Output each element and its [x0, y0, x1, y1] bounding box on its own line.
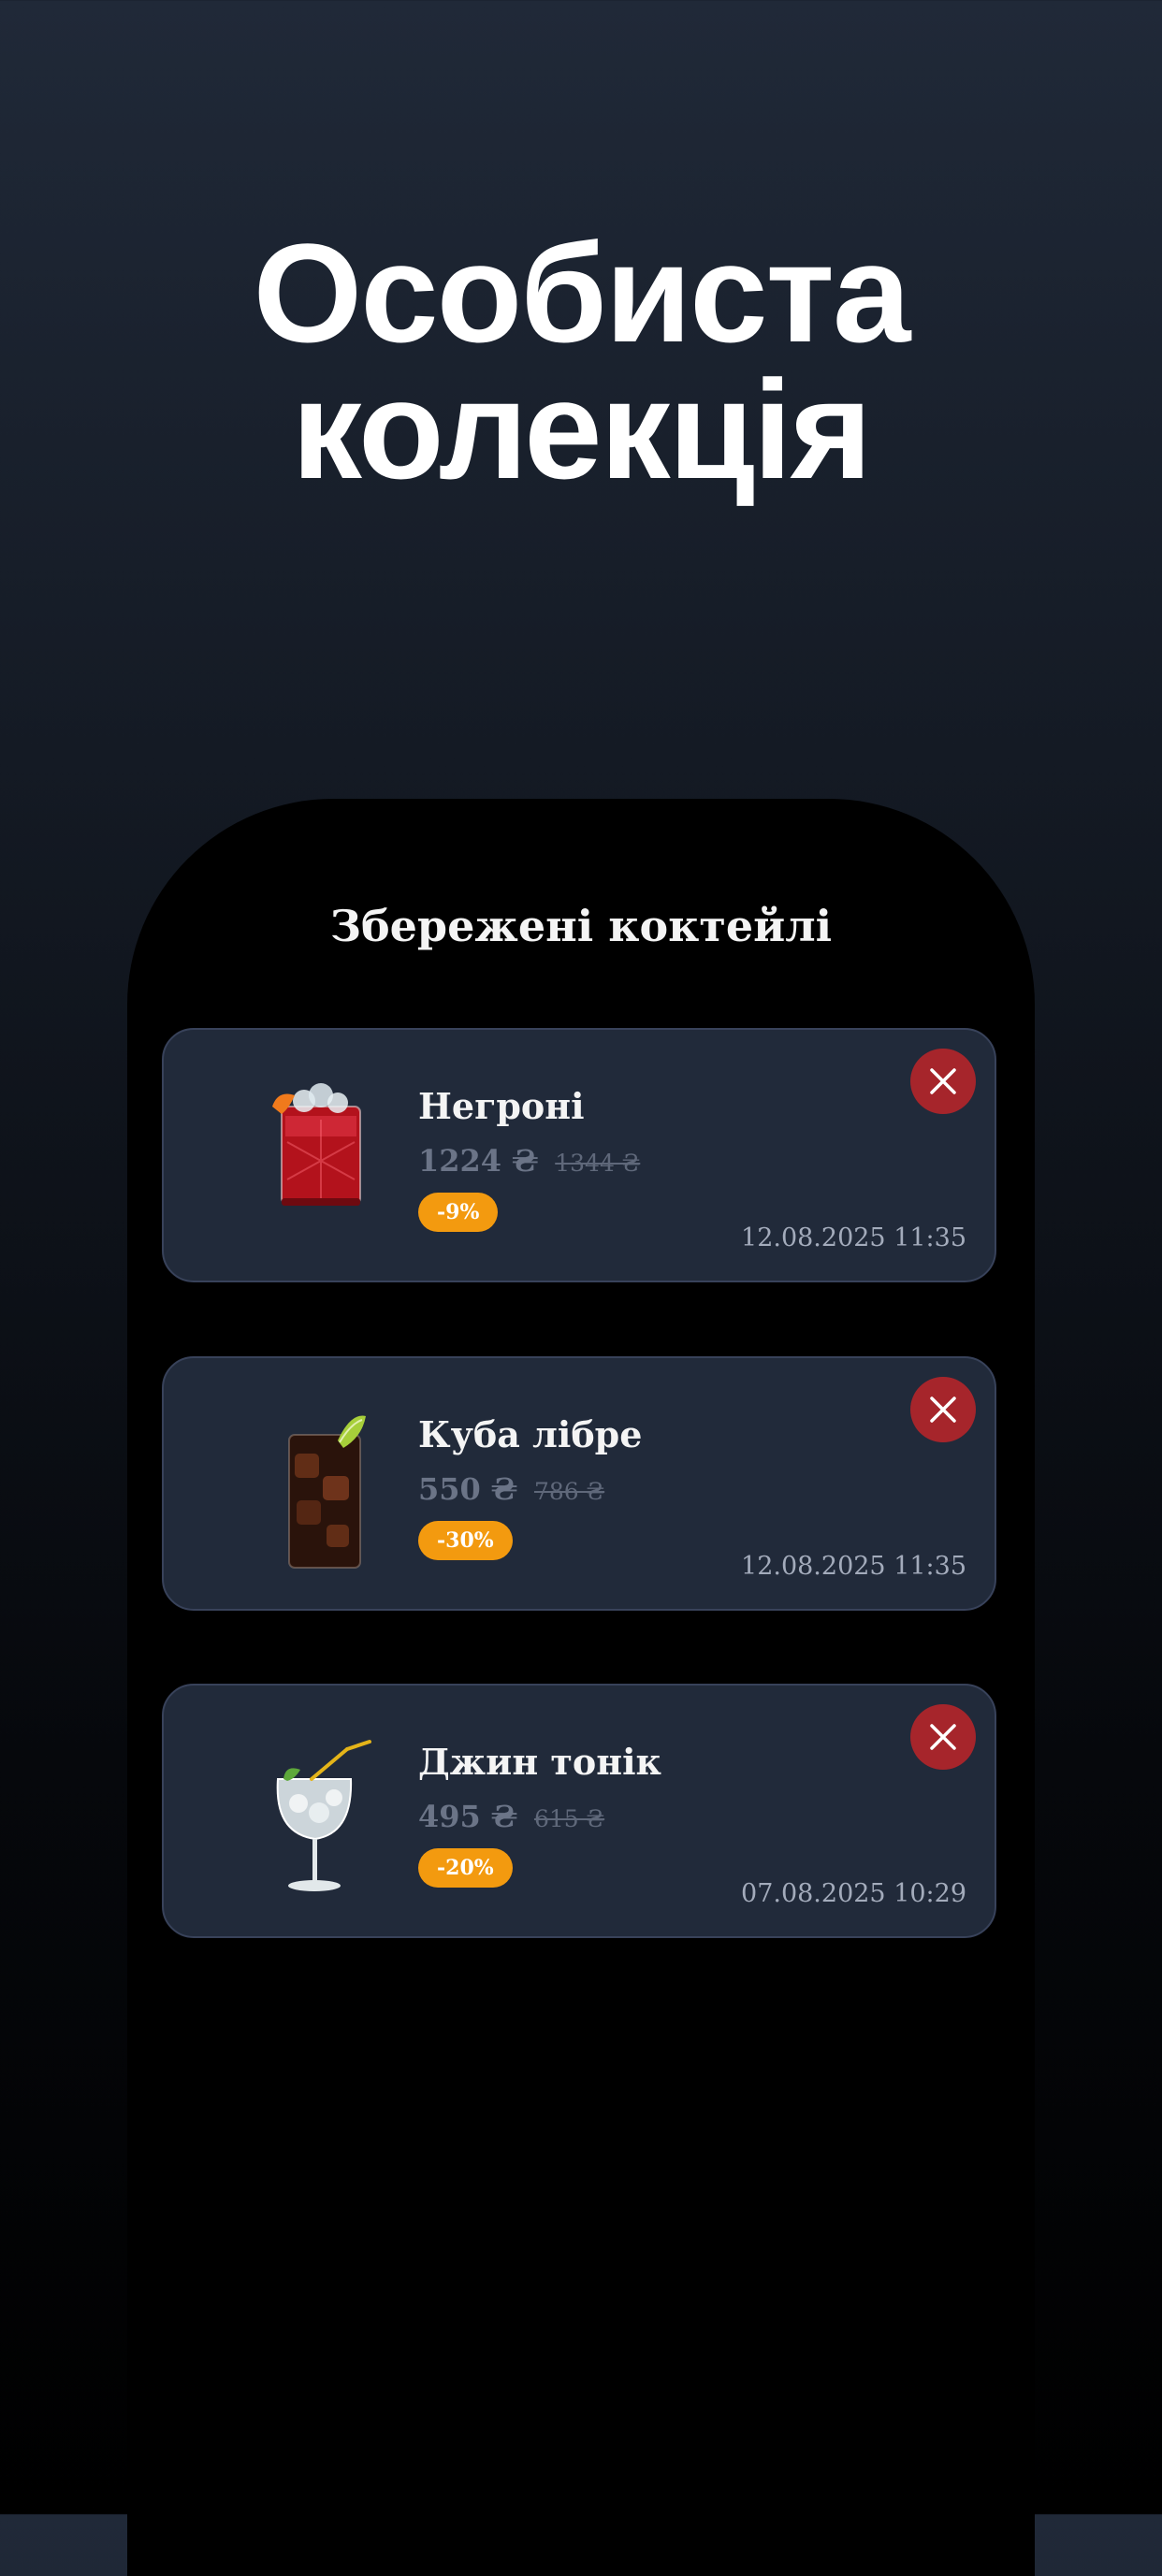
saved-date: 12.08.2025 11:35: [741, 1552, 966, 1581]
current-price: 1224 ₴: [418, 1143, 539, 1179]
remove-button[interactable]: [910, 1704, 976, 1770]
remove-button[interactable]: [910, 1377, 976, 1442]
current-price: 550 ₴: [418, 1471, 517, 1507]
saved-date: 12.08.2025 11:35: [741, 1223, 966, 1252]
cocktail-card[interactable]: Куба лібре 550 ₴ 786 ₴ -30% 12.08.2025 11…: [162, 1356, 996, 1611]
close-icon: [930, 1068, 956, 1094]
hero-title-line-1: Особиста: [253, 214, 911, 371]
cocktail-name: Куба лібре: [418, 1413, 643, 1455]
cocktail-card[interactable]: Джин тонік 495 ₴ 615 ₴ -20% 07.08.2025 10…: [162, 1684, 996, 1938]
discount-badge: -30%: [418, 1521, 513, 1560]
discount-badge: -20%: [418, 1848, 513, 1888]
cocktail-name: Джин тонік: [418, 1741, 661, 1783]
old-price: 615 ₴: [533, 1805, 605, 1832]
old-price: 786 ₴: [533, 1478, 605, 1505]
discount-badge: -9%: [418, 1193, 499, 1232]
cocktail-card[interactable]: Негроні 1224 ₴ 1344 ₴ -9% 12.08.2025 11:3…: [162, 1028, 996, 1282]
close-icon: [930, 1724, 956, 1750]
cocktail-name: Негроні: [418, 1085, 585, 1127]
gin-tonic-glass-icon: [229, 1723, 379, 1901]
price-row: 495 ₴ 615 ₴: [418, 1798, 604, 1838]
negroni-glass-icon: [229, 1067, 379, 1245]
price-row: 1224 ₴ 1344 ₴: [418, 1142, 640, 1182]
price-row: 550 ₴ 786 ₴: [418, 1470, 604, 1511]
hero-title: Особиста колекція: [0, 214, 1162, 508]
saved-date: 07.08.2025 10:29: [741, 1879, 966, 1908]
current-price: 495 ₴: [418, 1799, 517, 1834]
screen-title: Збережені коктейлі: [329, 901, 833, 951]
close-icon: [930, 1397, 956, 1423]
remove-button[interactable]: [910, 1049, 976, 1114]
hero-title-line-2: колекція: [291, 351, 872, 508]
phone-mockup: Збережені коктейлі Негроні 1224 ₴ 1344 ₴ …: [127, 799, 1035, 2576]
old-price: 1344 ₴: [555, 1150, 641, 1177]
cuba-libre-glass-icon: [229, 1396, 379, 1573]
